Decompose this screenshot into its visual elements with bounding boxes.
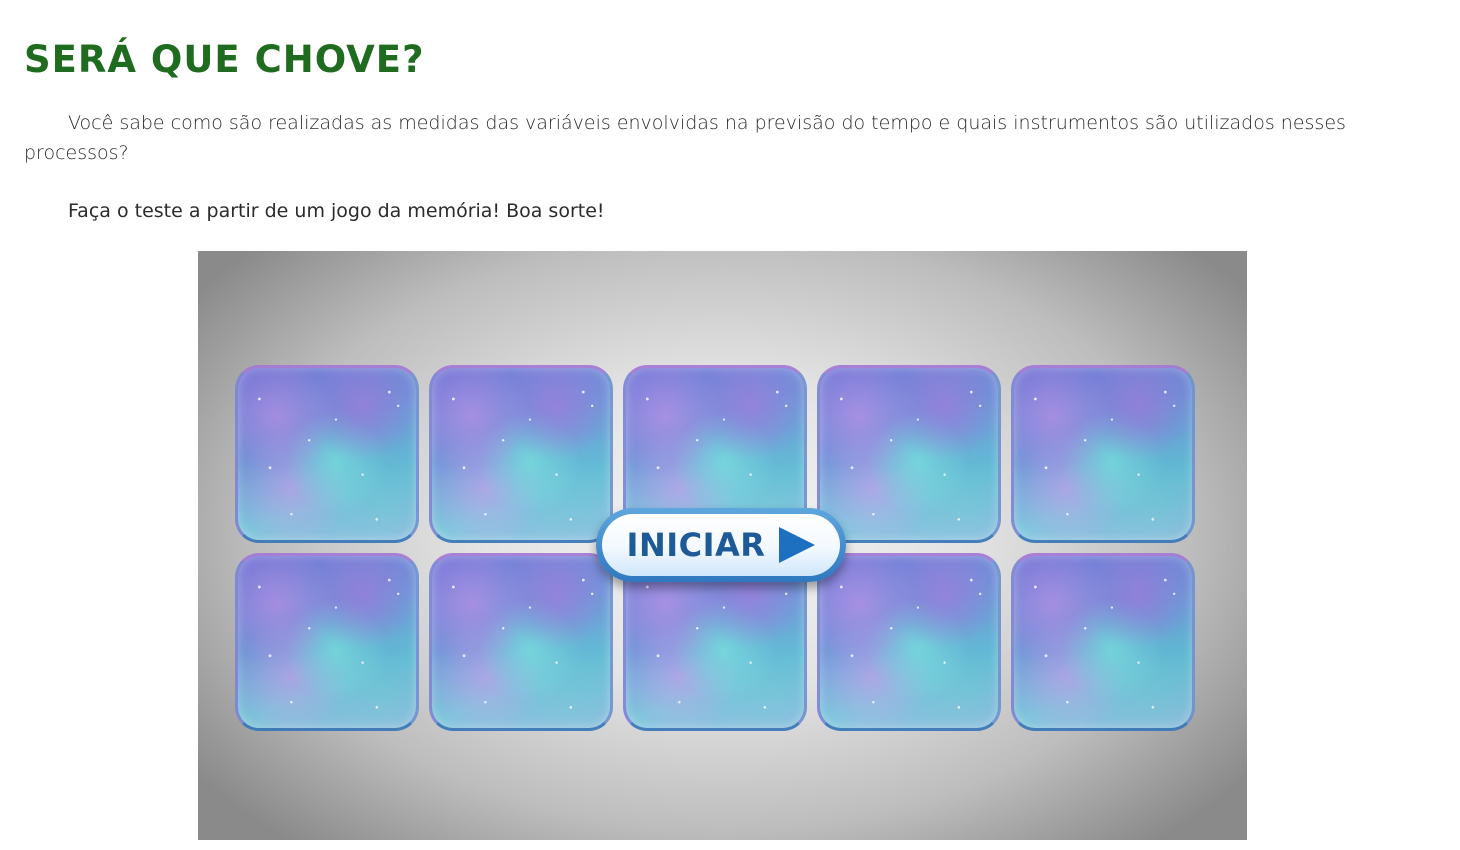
play-triangle-icon xyxy=(779,527,816,563)
memory-card[interactable] xyxy=(235,553,419,731)
memory-card[interactable] xyxy=(817,365,1001,543)
intro-paragraph: Você sabe como são realizadas as medidas… xyxy=(24,112,1346,164)
memory-card[interactable] xyxy=(429,553,613,731)
start-game-button[interactable]: INICIAR xyxy=(596,508,846,582)
prompt-paragraph: Faça o teste a partir de um jogo da memó… xyxy=(68,200,605,222)
start-button-face: INICIAR xyxy=(602,514,840,576)
memory-card[interactable] xyxy=(235,365,419,543)
memory-card[interactable] xyxy=(1011,365,1195,543)
memory-card[interactable] xyxy=(1011,553,1195,731)
memory-card[interactable] xyxy=(817,553,1001,731)
memory-card[interactable] xyxy=(429,365,613,543)
page-title: SERÁ QUE CHOVE? xyxy=(24,38,425,81)
memory-game-frame: INICIAR xyxy=(198,251,1247,840)
start-button-label: INICIAR xyxy=(626,526,766,564)
